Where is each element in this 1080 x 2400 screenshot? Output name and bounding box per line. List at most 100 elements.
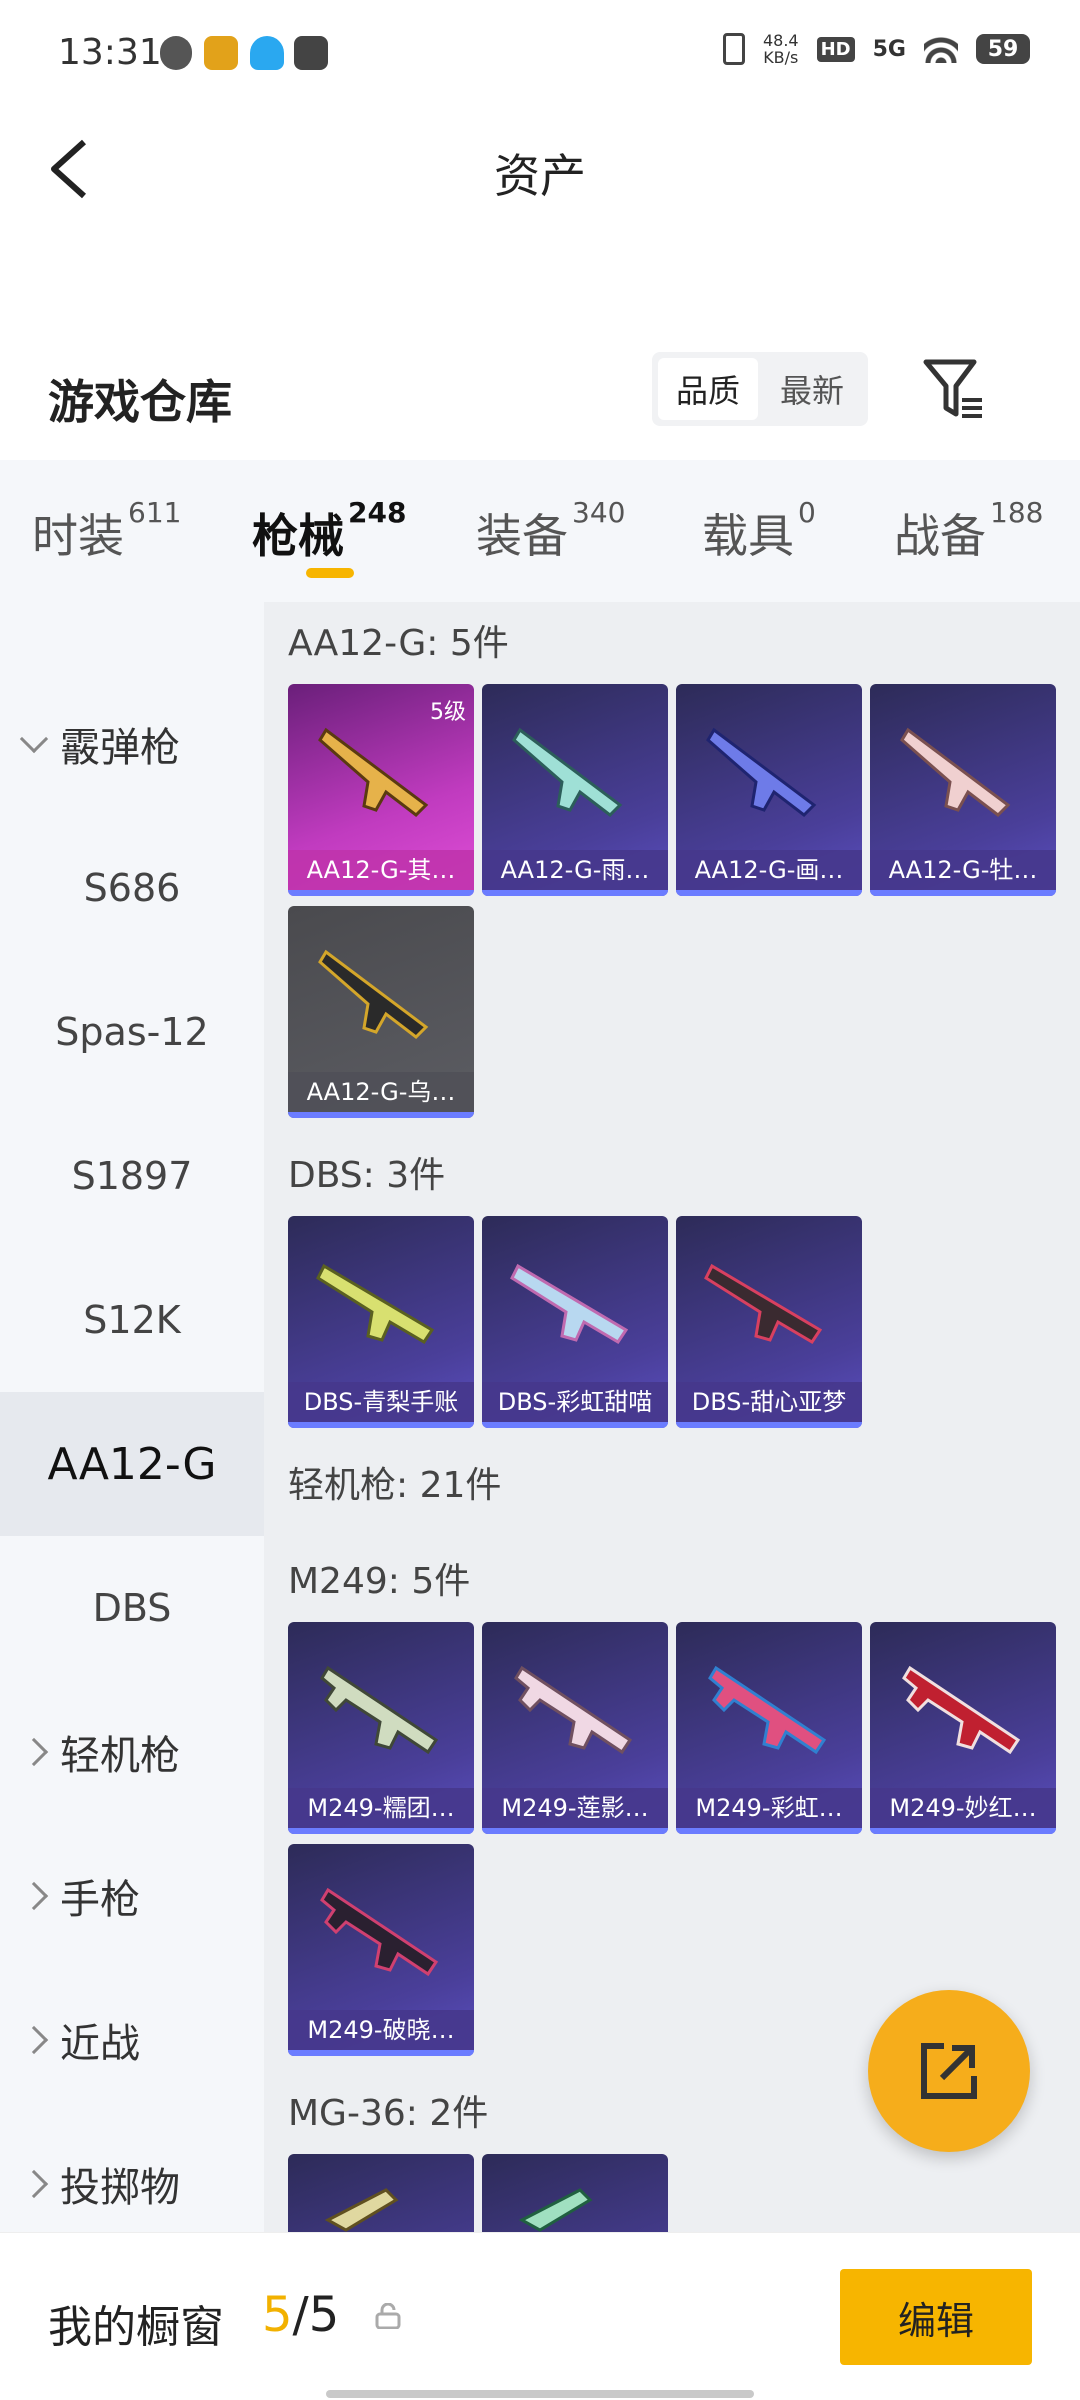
tab-vehicles[interactable]: 载具 0 xyxy=(702,496,816,566)
chevron-right-icon xyxy=(19,2025,49,2055)
sidebar-item-label: 霰弹枪 xyxy=(60,725,180,771)
lmg-skin-icon xyxy=(324,2188,399,2232)
vibrate-icon xyxy=(722,33,745,65)
weapon-grid: AA12-G: 5件 5级 AA12-G-其… AA12-G-雨… AA12-G… xyxy=(264,602,1080,2232)
status-bar: 13:31 48.4 KB/s HD 5G 59 xyxy=(0,0,1080,108)
edit-showcase-button[interactable]: 编辑 xyxy=(840,2269,1032,2365)
showcase-count-total: 5 xyxy=(308,2287,340,2343)
weapon-card[interactable]: AA12-G-雨… xyxy=(482,684,668,896)
weapon-card[interactable]: AA12-G-牡… xyxy=(870,684,1056,896)
sidebar-item-label: 近战 xyxy=(60,2021,140,2067)
weapon-card[interactable] xyxy=(482,2154,668,2232)
tab-label: 时装 xyxy=(32,509,124,563)
showcase-count-sep: / xyxy=(292,2287,309,2343)
battery-icon: 59 xyxy=(976,34,1030,64)
sidebar-item-aa12g[interactable]: AA12-G xyxy=(0,1392,264,1536)
status-right: 48.4 KB/s HD 5G 59 xyxy=(722,32,1030,66)
home-indicator[interactable] xyxy=(326,2390,754,2398)
tab-count: 340 xyxy=(572,496,626,529)
weapon-card-label: M249-妙红… xyxy=(870,1788,1056,1828)
tab-count: 0 xyxy=(798,496,816,529)
sidebar-item-label: 投掷物 xyxy=(60,2165,180,2211)
tab-label: 战备 xyxy=(894,509,986,563)
weapon-card[interactable]: AA12-G-画… xyxy=(676,684,862,896)
lmg-skin-icon xyxy=(514,1665,633,1755)
weapon-card[interactable]: M249-莲影… xyxy=(482,1622,668,1834)
tab-equipment[interactable]: 装备 340 xyxy=(476,496,625,566)
weapon-card[interactable]: M249-糯团… xyxy=(288,1622,474,1834)
tab-count: 611 xyxy=(128,496,182,529)
tab-fashion[interactable]: 时装 611 xyxy=(32,496,181,566)
showcase-count: 5/5 xyxy=(262,2287,339,2343)
weapon-card-label: AA12-G-雨… xyxy=(482,850,668,890)
tab-label: 载具 xyxy=(702,509,794,563)
weapon-card[interactable]: M249-妙红… xyxy=(870,1622,1056,1834)
share-fab-button[interactable] xyxy=(868,1990,1030,2152)
section-title-dbs: DBS: 3件 xyxy=(288,1155,446,1196)
weapon-card[interactable]: DBS-青梨手账 xyxy=(288,1216,474,1428)
weapon-card[interactable]: AA12-G-乌… xyxy=(288,906,474,1118)
sidebar-item-dbs[interactable]: DBS xyxy=(0,1536,264,1680)
rarity-bar xyxy=(288,1828,474,1834)
page-title: 资产 xyxy=(494,149,586,203)
sidebar-item-s12k[interactable]: S12K xyxy=(0,1248,264,1392)
sidebar-item-spas12[interactable]: Spas-12 xyxy=(0,960,264,1104)
warehouse-header: 游戏仓库 品质 最新 xyxy=(0,340,1080,460)
sidebar-group-lmg[interactable]: 轻机枪 xyxy=(0,1680,264,1824)
weapon-card[interactable]: M249-彩虹… xyxy=(676,1622,862,1834)
rarity-bar xyxy=(676,1828,862,1834)
sidebar-group-throwables[interactable]: 投掷物 xyxy=(0,2112,264,2232)
lmg-skin-icon xyxy=(708,1665,827,1755)
rarity-bar xyxy=(676,890,862,896)
weapon-card[interactable]: DBS-甜心亚梦 xyxy=(676,1216,862,1428)
sort-newest-button[interactable]: 最新 xyxy=(762,358,862,420)
shotgun-skin-icon xyxy=(512,727,623,817)
weapon-card-label: M249-莲影… xyxy=(482,1788,668,1828)
shotgun-skin-icon xyxy=(900,727,1011,817)
tab-count: 188 xyxy=(990,496,1044,529)
rarity-bar xyxy=(870,1828,1056,1834)
message-notification-icon xyxy=(294,36,328,70)
tab-label: 枪械 xyxy=(252,509,344,563)
weapon-card[interactable]: M249-破晓… xyxy=(288,1844,474,2056)
lock-icon xyxy=(375,2303,401,2329)
rarity-bar xyxy=(482,1422,668,1428)
active-tab-indicator xyxy=(306,568,354,578)
filter-icon[interactable] xyxy=(920,354,990,424)
net-speed: 48.4 KB/s xyxy=(763,32,799,66)
weapon-card-label: AA12-G-画… xyxy=(676,850,862,890)
weapon-card-label: M249-彩虹… xyxy=(676,1788,862,1828)
shotgun-skin-icon xyxy=(706,727,817,817)
weapon-card[interactable]: 5级 AA12-G-其… xyxy=(288,684,474,896)
category-tabs: 时装 611 枪械 248 装备 340 载具 0 战备 188 xyxy=(0,460,1080,602)
weapon-card[interactable] xyxy=(288,2154,474,2232)
tab-supplies[interactable]: 战备 188 xyxy=(894,496,1043,566)
sidebar-group-melee[interactable]: 近战 xyxy=(0,1968,264,2112)
top-bar: 资产 xyxy=(0,108,1080,228)
section-title-lmg: 轻机枪: 21件 xyxy=(288,1465,502,1506)
warehouse-title: 游戏仓库 xyxy=(48,375,232,429)
sidebar-group-pistol[interactable]: 手枪 xyxy=(0,1824,264,1968)
showcase-title: 我的橱窗 xyxy=(48,2302,224,2353)
rarity-bar xyxy=(288,1422,474,1428)
rarity-bar xyxy=(482,1828,668,1834)
showcase-bar: 我的橱窗 5/5 编辑 xyxy=(0,2232,1080,2400)
tab-count: 248 xyxy=(348,496,407,529)
rarity-bar xyxy=(288,1112,474,1118)
chevron-right-icon xyxy=(19,2169,49,2199)
sidebar-item-s686[interactable]: S686 xyxy=(0,816,264,960)
rarity-bar xyxy=(870,890,1056,896)
weapon-card[interactable]: DBS-彩虹甜喵 xyxy=(482,1216,668,1428)
tab-weapons[interactable]: 枪械 248 xyxy=(252,496,406,566)
rarity-bar xyxy=(676,1422,862,1428)
sort-quality-button[interactable]: 品质 xyxy=(658,358,758,420)
network-type: 5G xyxy=(872,36,906,62)
sidebar-item-s1897[interactable]: S1897 xyxy=(0,1104,264,1248)
hd-icon: HD xyxy=(816,36,855,62)
sort-toggle: 品质 最新 xyxy=(652,352,868,426)
lmg-skin-icon xyxy=(320,1887,439,1977)
sidebar-group-shotgun[interactable]: 霰弹枪 xyxy=(0,672,264,816)
chevron-right-icon xyxy=(19,1881,49,1911)
weapon-sidebar: 霰弹枪 S686 Spas-12 S1897 S12K AA12-G DBS 轻… xyxy=(0,602,264,2232)
weapon-card-label: M249-破晓… xyxy=(288,2010,474,2050)
